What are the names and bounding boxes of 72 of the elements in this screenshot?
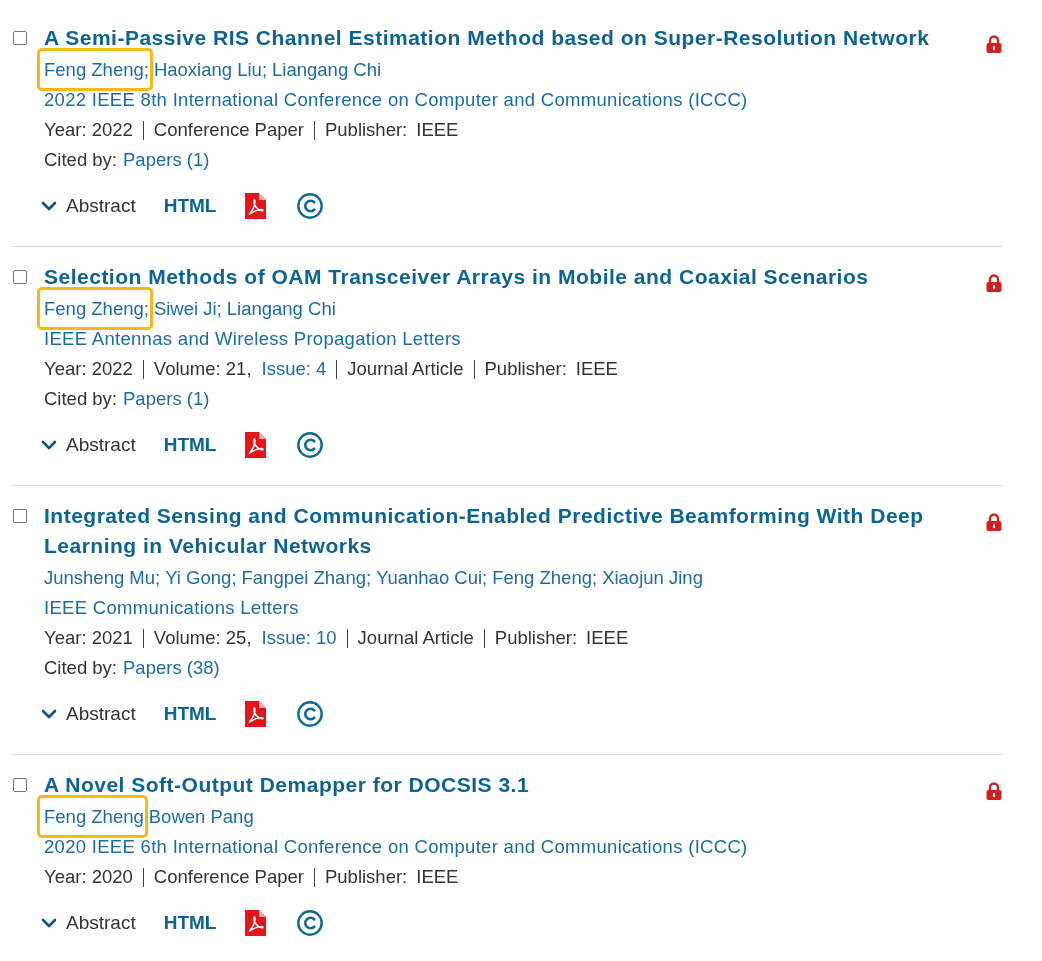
volume-text: Volume: 21, [153,358,252,379]
html-link[interactable]: HTML [163,434,217,456]
checkbox[interactable] [13,778,27,792]
cited-by-label: Cited by: [44,149,117,170]
abstract-button[interactable]: Abstract [41,912,136,934]
publisher-label: Publisher: [325,866,408,887]
checkbox[interactable] [13,31,27,45]
venue-link[interactable]: 2020 IEEE 6th International Conference on Computer and Communications (ICCC) [44,836,748,857]
author-link[interactable]: Yi Gong; [165,567,237,588]
copyright-icon[interactable] [297,910,324,936]
publisher-text: IEEE [586,627,629,648]
cited-by-label: Cited by: [44,657,117,678]
paper-title-link[interactable]: Integrated Sensing and Communication-Enabled Predictive Beamforming With Deep Learning in Vehicular Networks [44,501,959,561]
checkbox[interactable] [13,509,27,523]
abstract-button[interactable]: Abstract [41,703,136,725]
author-link[interactable]: Feng Zheng [44,806,144,827]
chevron-icon [41,440,57,450]
html-link[interactable]: HTML [163,703,217,725]
checkbox[interactable] [13,270,27,284]
citations-link[interactable]: Papers (1) [123,388,210,409]
paper-title-link[interactable]: A Semi-Passive RIS Channel Estimation Method based on Super-Resolution Network [44,23,959,53]
publisher-text: IEEE [416,119,459,140]
cited-by-label: Cited by: [44,388,117,409]
author-link[interactable]: Feng Zheng; [492,567,598,588]
type-text: Journal Article [347,358,464,379]
author-link[interactable]: Yuanhao Cui; [376,567,488,588]
publisher-text: IEEE [575,358,618,379]
publisher-text: IEEE [416,866,459,887]
publisher-label: Publisher: [494,627,578,648]
author-link[interactable]: Feng Zheng; [44,59,149,80]
paper-title-link[interactable]: A Novel Soft-Output Demapper for DOCSIS 3.1 [44,770,959,800]
copyright-icon[interactable] [297,432,324,458]
year-text: Year: 2020 [44,866,133,887]
author-link[interactable]: Junsheng Mu; [44,567,161,588]
author-link[interactable]: Xiaojun Jing [602,567,703,588]
issue-link[interactable]: Issue: 4 [261,358,327,379]
copyright-icon[interactable] [297,193,324,219]
author-link[interactable]: Bowen Pang [148,806,254,827]
chevron-icon [41,201,57,211]
pdf-icon[interactable] [245,432,267,458]
author-link[interactable]: Liangang Chi [272,59,382,80]
html-link[interactable]: HTML [163,195,217,217]
citations-link[interactable]: Papers (38) [123,657,220,678]
abstract-button[interactable]: Abstract [41,195,136,217]
pdf-icon[interactable] [245,701,267,727]
html-link[interactable]: HTML [163,912,217,934]
publisher-label: Publisher: [484,358,567,379]
citations-link[interactable]: Papers (1) [123,149,210,170]
copyright-icon[interactable] [297,701,324,727]
chevron-icon [41,918,57,928]
author-link[interactable]: Siwei Ji; [153,298,222,319]
chevron-icon [41,709,57,719]
author-link[interactable]: Feng Zheng; [44,298,149,319]
paper-title-link[interactable]: Selection Methods of OAM Transceiver Arrays in Mobile and Coaxial Scenarios [44,262,959,292]
abstract-button[interactable]: Abstract [41,434,136,456]
pdf-icon[interactable] [245,193,267,219]
type-text: Conference Paper [153,119,304,140]
type-text: Conference Paper [153,866,304,887]
author-link[interactable]: Liangang Chi [226,298,336,319]
volume-text: Volume: 25, [153,627,252,648]
year-text: Year: 2021 [44,627,133,648]
author-link[interactable]: Fangpei Zhang; [241,567,372,588]
pdf-icon[interactable] [245,910,267,936]
author-link[interactable]: Haoxiang Liu; [153,59,268,80]
venue-link[interactable]: IEEE Antennas and Wireless Propagation Letters [44,328,461,349]
publisher-label: Publisher: [325,119,408,140]
venue-link[interactable]: 2022 IEEE 8th International Conference on Computer and Communications (ICCC) [44,89,748,110]
year-text: Year: 2022 [44,358,133,379]
year-text: Year: 2022 [44,119,133,140]
issue-link[interactable]: Issue: 10 [261,627,337,648]
type-text: Journal Article [357,627,474,648]
venue-link[interactable]: IEEE Communications Letters [44,597,299,618]
